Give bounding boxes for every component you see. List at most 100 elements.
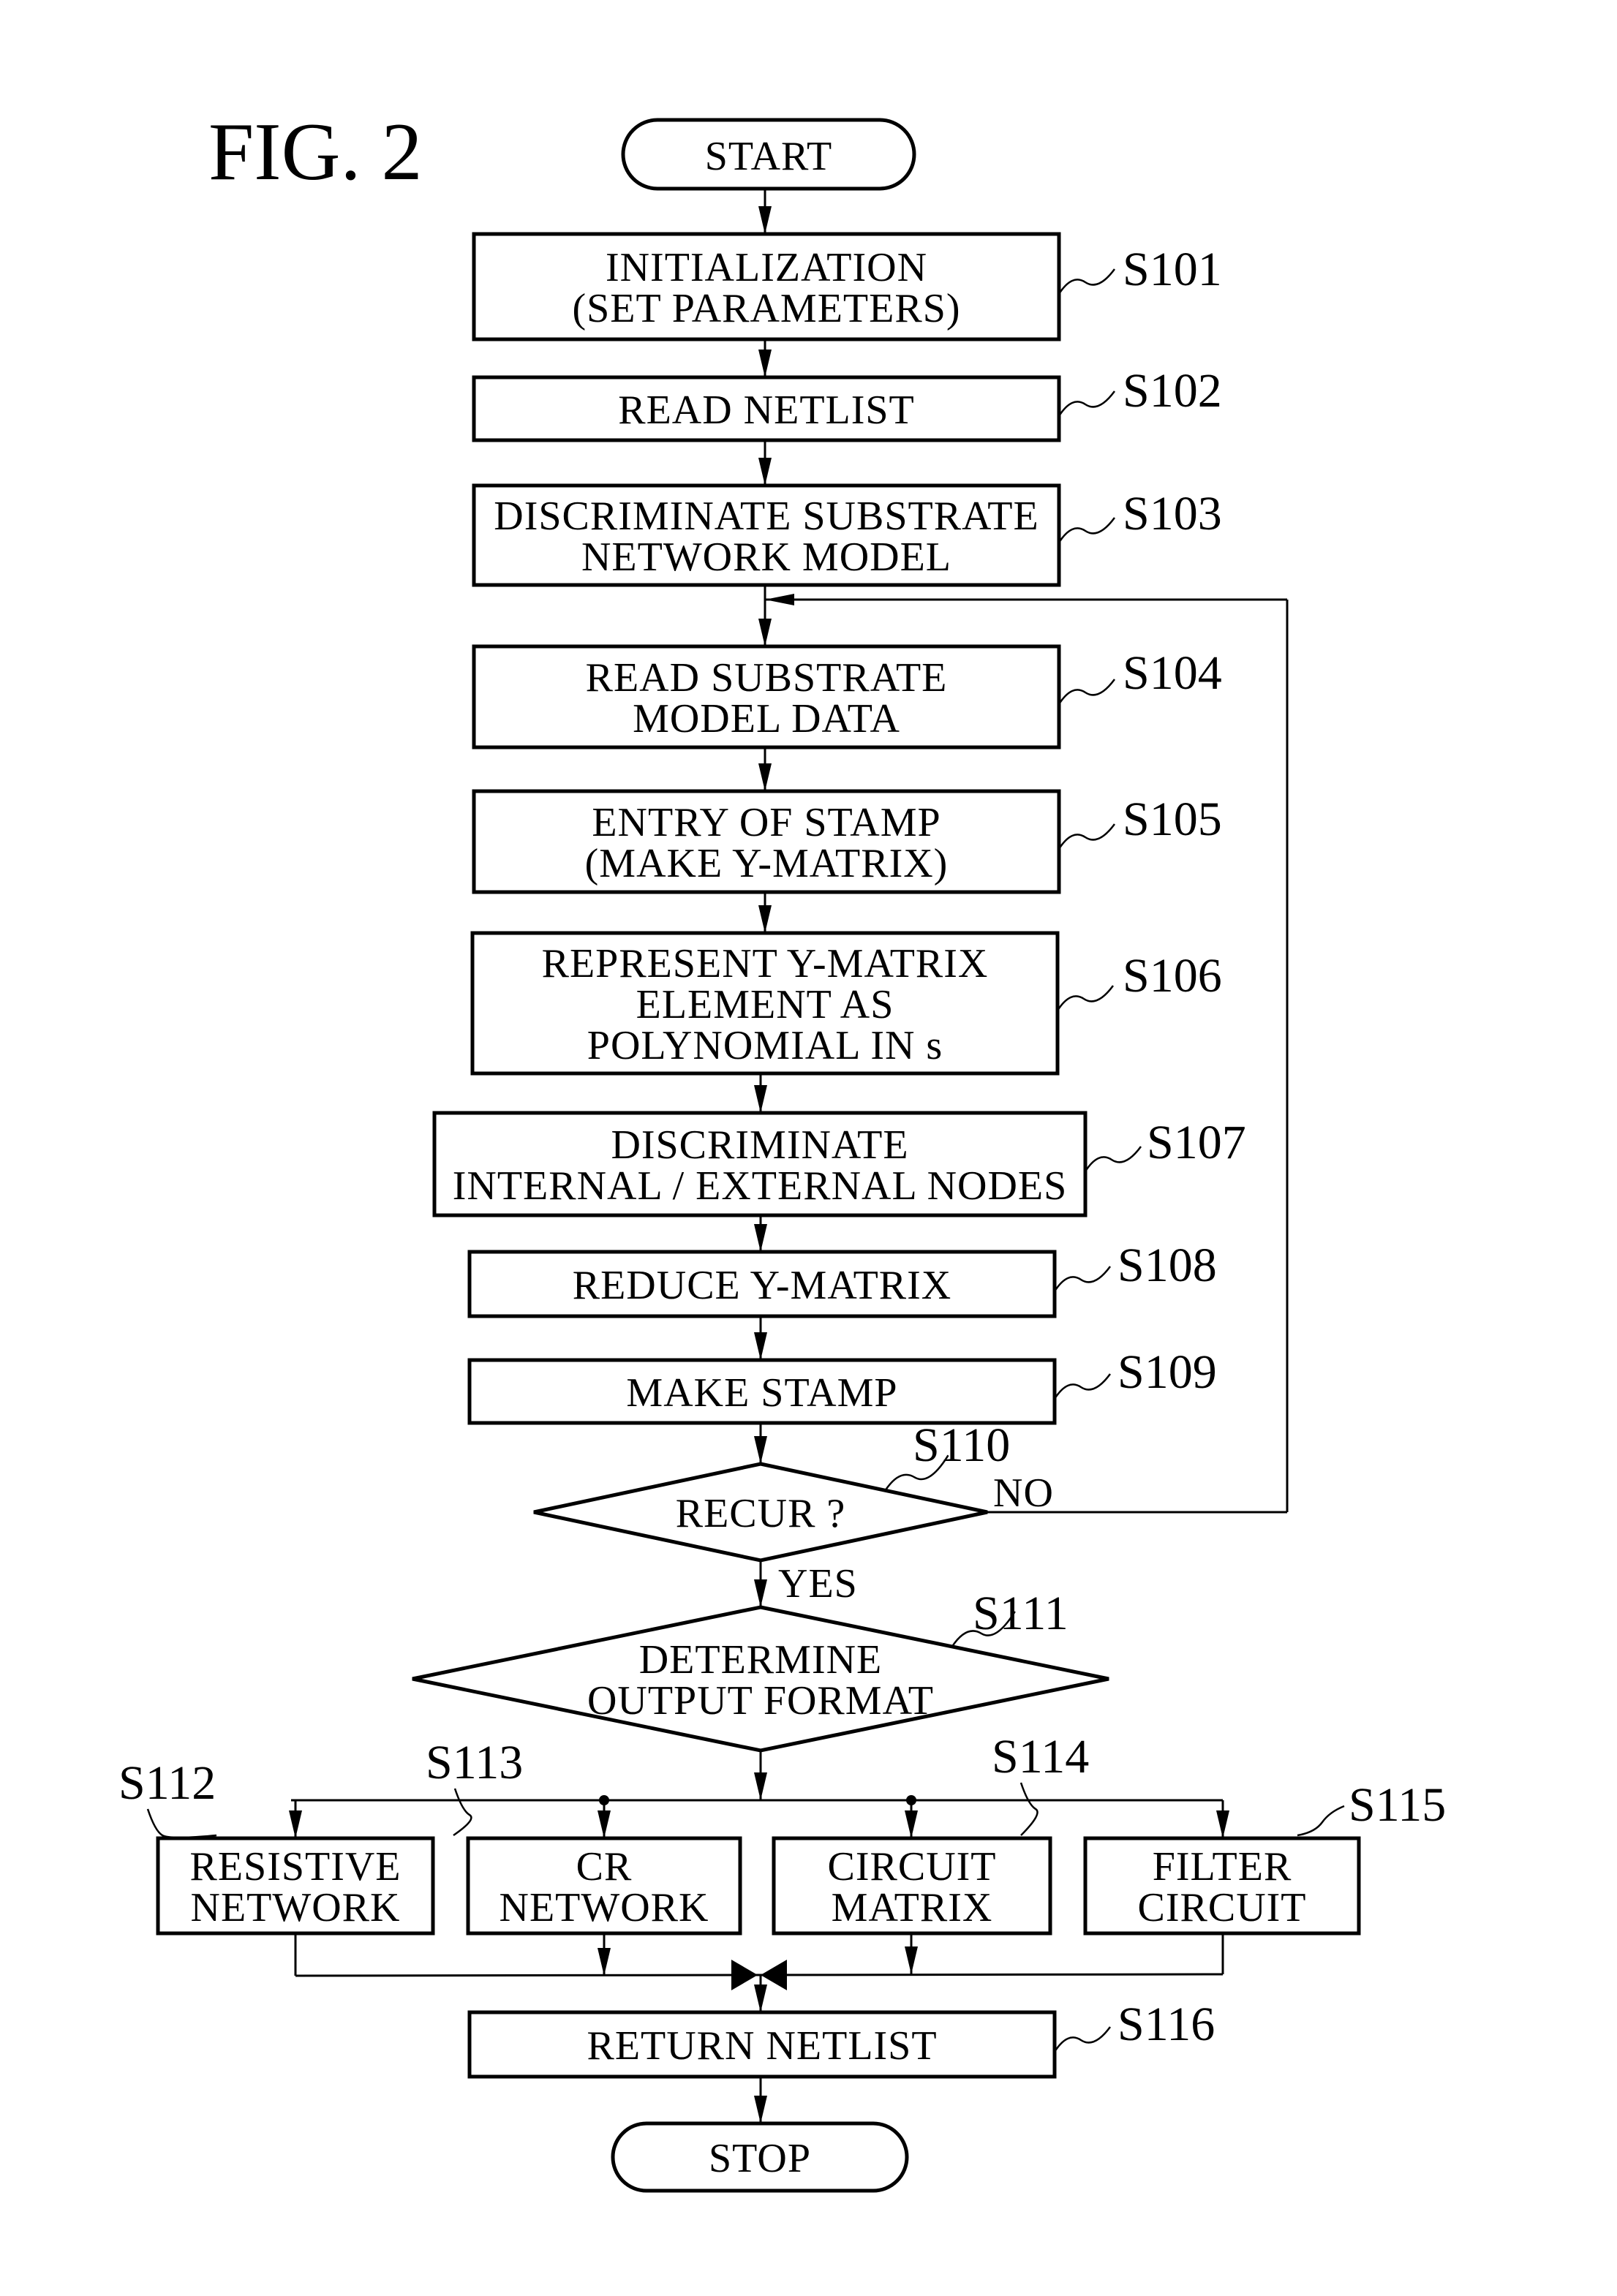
step-text-line: CIRCUIT — [1138, 1885, 1307, 1930]
arrowhead-icon — [754, 1224, 767, 1252]
step-id-label: S108 — [1117, 1239, 1217, 1292]
start-terminal: START — [621, 118, 916, 191]
step-id-label: S115 — [1349, 1778, 1446, 1832]
step-s108: REDUCE Y-MATRIX — [467, 1250, 1057, 1318]
arrowhead-icon — [758, 619, 772, 646]
step-id-label: S109 — [1117, 1345, 1217, 1399]
step-s113: CRNETWORK — [466, 1836, 742, 1936]
step-text-line: ELEMENT AS — [636, 982, 894, 1027]
arrowhead-icon — [754, 1085, 767, 1113]
leader-line — [1019, 1782, 1039, 1836]
step-id-label: S116 — [1117, 1998, 1215, 2051]
step-id-label: S111 — [973, 1587, 1068, 1640]
step-text-line: RETURN NETLIST — [587, 2023, 937, 2069]
arrowhead-icon — [598, 1810, 611, 1838]
step-id-label: S110 — [913, 1419, 1010, 1472]
step-id-label: S103 — [1123, 487, 1222, 540]
step-text-line: MODEL DATA — [633, 696, 900, 741]
leader-line — [1056, 985, 1115, 1011]
arrowhead-icon — [905, 1946, 918, 1974]
arrowhead-icon — [754, 1332, 767, 1360]
step-id-label: S102 — [1123, 364, 1222, 418]
step-id-label: S113 — [426, 1736, 523, 1789]
step-id-label: S105 — [1123, 793, 1222, 846]
figure-title: FIG. 2 — [208, 107, 422, 197]
step-text-line: INTERNAL / EXTERNAL NODES — [453, 1163, 1068, 1209]
leader-line — [1053, 1373, 1112, 1400]
stop-terminal: STOP — [611, 2121, 909, 2193]
arrowhead-icon — [758, 206, 772, 234]
branch-label-yes: YES — [778, 1561, 858, 1606]
arrowhead-icon — [598, 1948, 611, 1976]
leader-line — [1053, 1266, 1112, 1292]
step-text-line: NETWORK MODEL — [581, 535, 951, 580]
step-s112: RESISTIVENETWORK — [156, 1836, 435, 1936]
step-s105: ENTRY OF STAMP(MAKE Y-MATRIX) — [472, 789, 1061, 894]
step-text-line: CR — [576, 1844, 633, 1889]
step-id-label: S114 — [992, 1730, 1089, 1783]
step-text-line: OUTPUT FORMAT — [587, 1678, 934, 1723]
step-s101: INITIALIZATION(SET PARAMETERS) — [472, 232, 1061, 341]
arrowhead-icon — [1216, 1810, 1229, 1838]
arrowhead-icon — [758, 905, 772, 933]
leader-line — [1058, 517, 1116, 543]
leader-line — [1053, 2026, 1112, 2053]
junction-dot — [599, 1795, 609, 1805]
step-s106: REPRESENT Y-MATRIXELEMENT ASPOLYNOMIAL I… — [470, 931, 1060, 1076]
step-s116: RETURN NETLIST — [467, 2010, 1057, 2079]
step-text-line: REDUCE Y-MATRIX — [573, 1263, 951, 1308]
junction-dot — [906, 1795, 916, 1805]
start-label: START — [705, 134, 833, 179]
step-text-line: DISCRIMINATE SUBSTRATE — [494, 494, 1039, 539]
step-s107: DISCRIMINATEINTERNAL / EXTERNAL NODES — [432, 1111, 1088, 1217]
arrowhead-icon — [758, 458, 772, 486]
leader-line — [1058, 268, 1116, 295]
leader-line — [1084, 1146, 1142, 1172]
arrowhead-icon — [758, 350, 772, 377]
step-text-line: INITIALIZATION — [606, 245, 927, 290]
step-text-line: RECUR ? — [676, 1491, 846, 1536]
step-text-line: (SET PARAMETERS) — [573, 286, 961, 331]
arrowhead-icon — [905, 1810, 918, 1838]
arrowhead-icon — [754, 1772, 767, 1800]
step-text-line: NETWORK — [500, 1885, 709, 1930]
flowchart-canvas: FIG. 2 START INITIALIZATION(SET PARAMETE… — [118, 107, 1446, 2193]
step-s115: FILTERCIRCUIT — [1083, 1836, 1361, 1936]
step-text-line: DISCRIMINATE — [611, 1122, 908, 1168]
step-text-line: FILTER — [1153, 1844, 1292, 1889]
arrowhead-icon — [758, 763, 772, 791]
step-id-label: S107 — [1147, 1116, 1246, 1169]
step-text-line: READ SUBSTRATE — [586, 655, 948, 700]
step-text-line: ENTRY OF STAMP — [592, 800, 941, 845]
arrowhead-icon — [754, 1579, 767, 1607]
arrowhead-icon — [754, 2096, 767, 2123]
leader-line — [146, 1808, 217, 1839]
step-id-label: S104 — [1123, 646, 1222, 700]
step-s114: CIRCUITMATRIX — [772, 1836, 1052, 1936]
arrowhead-icon — [754, 1985, 767, 2012]
step-id-label: S112 — [118, 1756, 216, 1810]
step-text-line: REPRESENT Y-MATRIX — [542, 941, 989, 986]
step-text-line: CIRCUIT — [828, 1844, 997, 1889]
arrowhead-icon — [731, 1960, 758, 1990]
step-s103: DISCRIMINATE SUBSTRATENETWORK MODEL — [472, 483, 1061, 587]
leader-line — [1297, 1805, 1345, 1837]
arrowhead-icon — [754, 1436, 767, 1464]
step-s109: MAKE STAMP — [467, 1358, 1057, 1425]
step-text-line: RESISTIVE — [190, 1844, 402, 1889]
step-text-line: POLYNOMIAL IN s — [587, 1023, 943, 1068]
arrowhead-icon — [289, 1810, 302, 1838]
step-s104: READ SUBSTRATEMODEL DATA — [472, 644, 1061, 749]
step-text-line: DETERMINE — [639, 1637, 883, 1683]
leader-line — [453, 1788, 472, 1837]
leader-line — [1058, 679, 1116, 705]
step-text-line: READ NETLIST — [618, 388, 915, 433]
step-text-line: (MAKE Y-MATRIX) — [585, 841, 949, 886]
branch-label-no: NO — [993, 1470, 1054, 1516]
merge-line — [295, 1973, 1224, 1977]
step-id-label: S101 — [1123, 243, 1222, 296]
step-s102: READ NETLIST — [472, 375, 1061, 442]
leader-line — [1058, 390, 1116, 417]
arrowhead-icon — [765, 594, 794, 605]
step-text-line: MAKE STAMP — [626, 1370, 897, 1416]
